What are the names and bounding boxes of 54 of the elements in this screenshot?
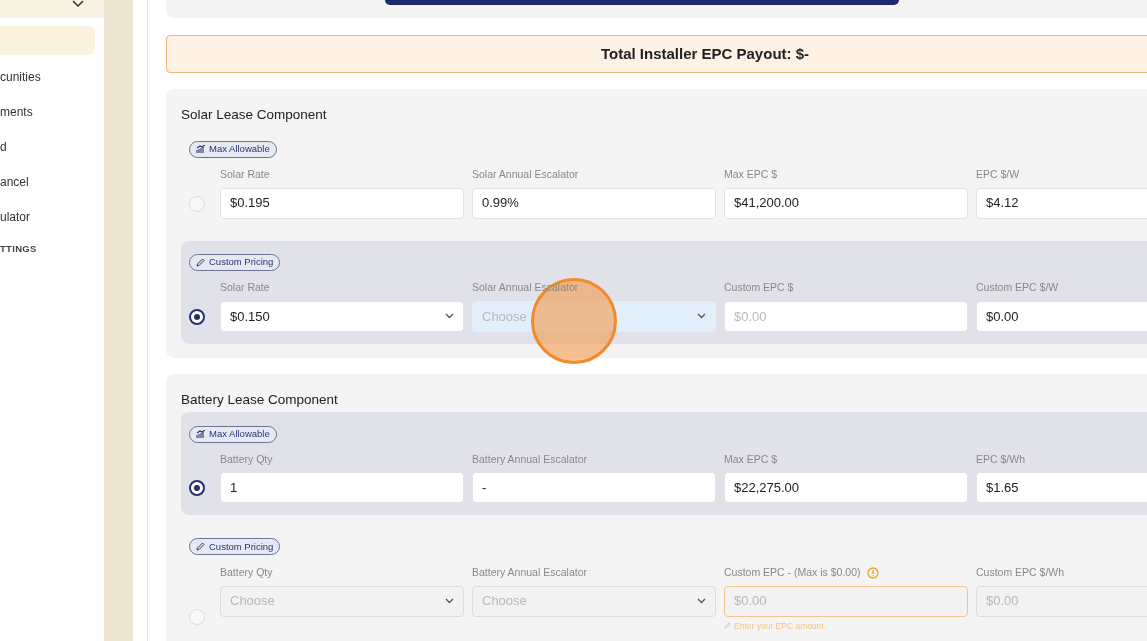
chevron-down-icon — [697, 313, 706, 320]
bar-chart-icon — [196, 145, 205, 154]
section-title: Solar Lease Component — [181, 106, 328, 124]
primary-button[interactable] — [385, 0, 899, 5]
section-title: Battery Lease Component — [181, 390, 339, 409]
sidebar-item[interactable] — [0, 26, 95, 55]
pencil-icon — [196, 257, 205, 267]
field-label: Max EPC $ — [724, 451, 778, 467]
sidebar-heading: TTINGS — [0, 242, 38, 256]
info-icon — [866, 566, 879, 579]
sidebar-item[interactable]: d — [0, 129, 95, 164]
input-field[interactable]: $0.195 — [220, 187, 464, 219]
field-label: Custom EPC - (Max is $0.00) — [724, 564, 861, 580]
field-label: Solar Rate — [220, 280, 270, 295]
field-label: Custom EPC $ — [724, 280, 794, 295]
select-field[interactable]: $0.150 — [220, 300, 464, 332]
chevron-down-icon — [697, 598, 706, 604]
option-badge: Max Allowable — [189, 140, 277, 158]
field-label: Max EPC $ — [724, 166, 778, 182]
sidebar-item[interactable]: ulator — [0, 199, 95, 234]
chevron-down-icon — [445, 598, 454, 604]
payout-total: Total Installer EPC Payout: $- — [600, 43, 810, 64]
chevron-down-icon[interactable] — [72, 0, 84, 8]
radio-button[interactable] — [189, 480, 205, 497]
field-label: Solar Annual Escalator — [472, 166, 579, 182]
input-field[interactable]: $41,200.00 — [724, 187, 968, 219]
input-field[interactable]: $22,275.00 — [724, 472, 968, 504]
field-label: EPC $/W — [976, 166, 1020, 182]
hint-text: Enter your EPC amount. — [724, 619, 968, 633]
field-label: Custom EPC $/Wh — [976, 564, 1065, 580]
option-badge: Custom Pricing — [189, 538, 281, 556]
sidebar-item[interactable]: ancel — [0, 164, 95, 199]
pencil-icon — [724, 622, 731, 630]
bar-chart-icon — [196, 430, 205, 438]
radio-button[interactable] — [189, 308, 205, 325]
input-field[interactable]: $1.65 — [976, 472, 1147, 504]
chevron-down-icon — [445, 313, 454, 320]
field-label: Battery Qty — [220, 564, 273, 580]
field-label: Solar Rate — [220, 166, 270, 182]
input-field[interactable]: 0.99% — [472, 187, 716, 219]
input-field[interactable]: $4.12 — [976, 187, 1147, 219]
field-label: Battery Annual Escalator — [472, 451, 587, 467]
input-field[interactable]: $0.00 — [976, 300, 1147, 332]
field-label: Battery Annual Escalator — [472, 564, 587, 580]
option-badge: Max Allowable — [189, 425, 277, 443]
sidebar-item[interactable]: ments — [0, 94, 95, 129]
field-label: Custom EPC $/W — [976, 280, 1059, 295]
field-label: EPC $/Wh — [976, 451, 1025, 467]
option-badge: Custom Pricing — [189, 253, 281, 271]
input-field[interactable]: 1 — [220, 472, 464, 504]
pencil-icon — [196, 542, 205, 552]
sidebar-item[interactable]: cunities — [0, 59, 95, 94]
field-label: Battery Qty — [220, 451, 273, 467]
input-field[interactable]: - — [472, 472, 716, 504]
